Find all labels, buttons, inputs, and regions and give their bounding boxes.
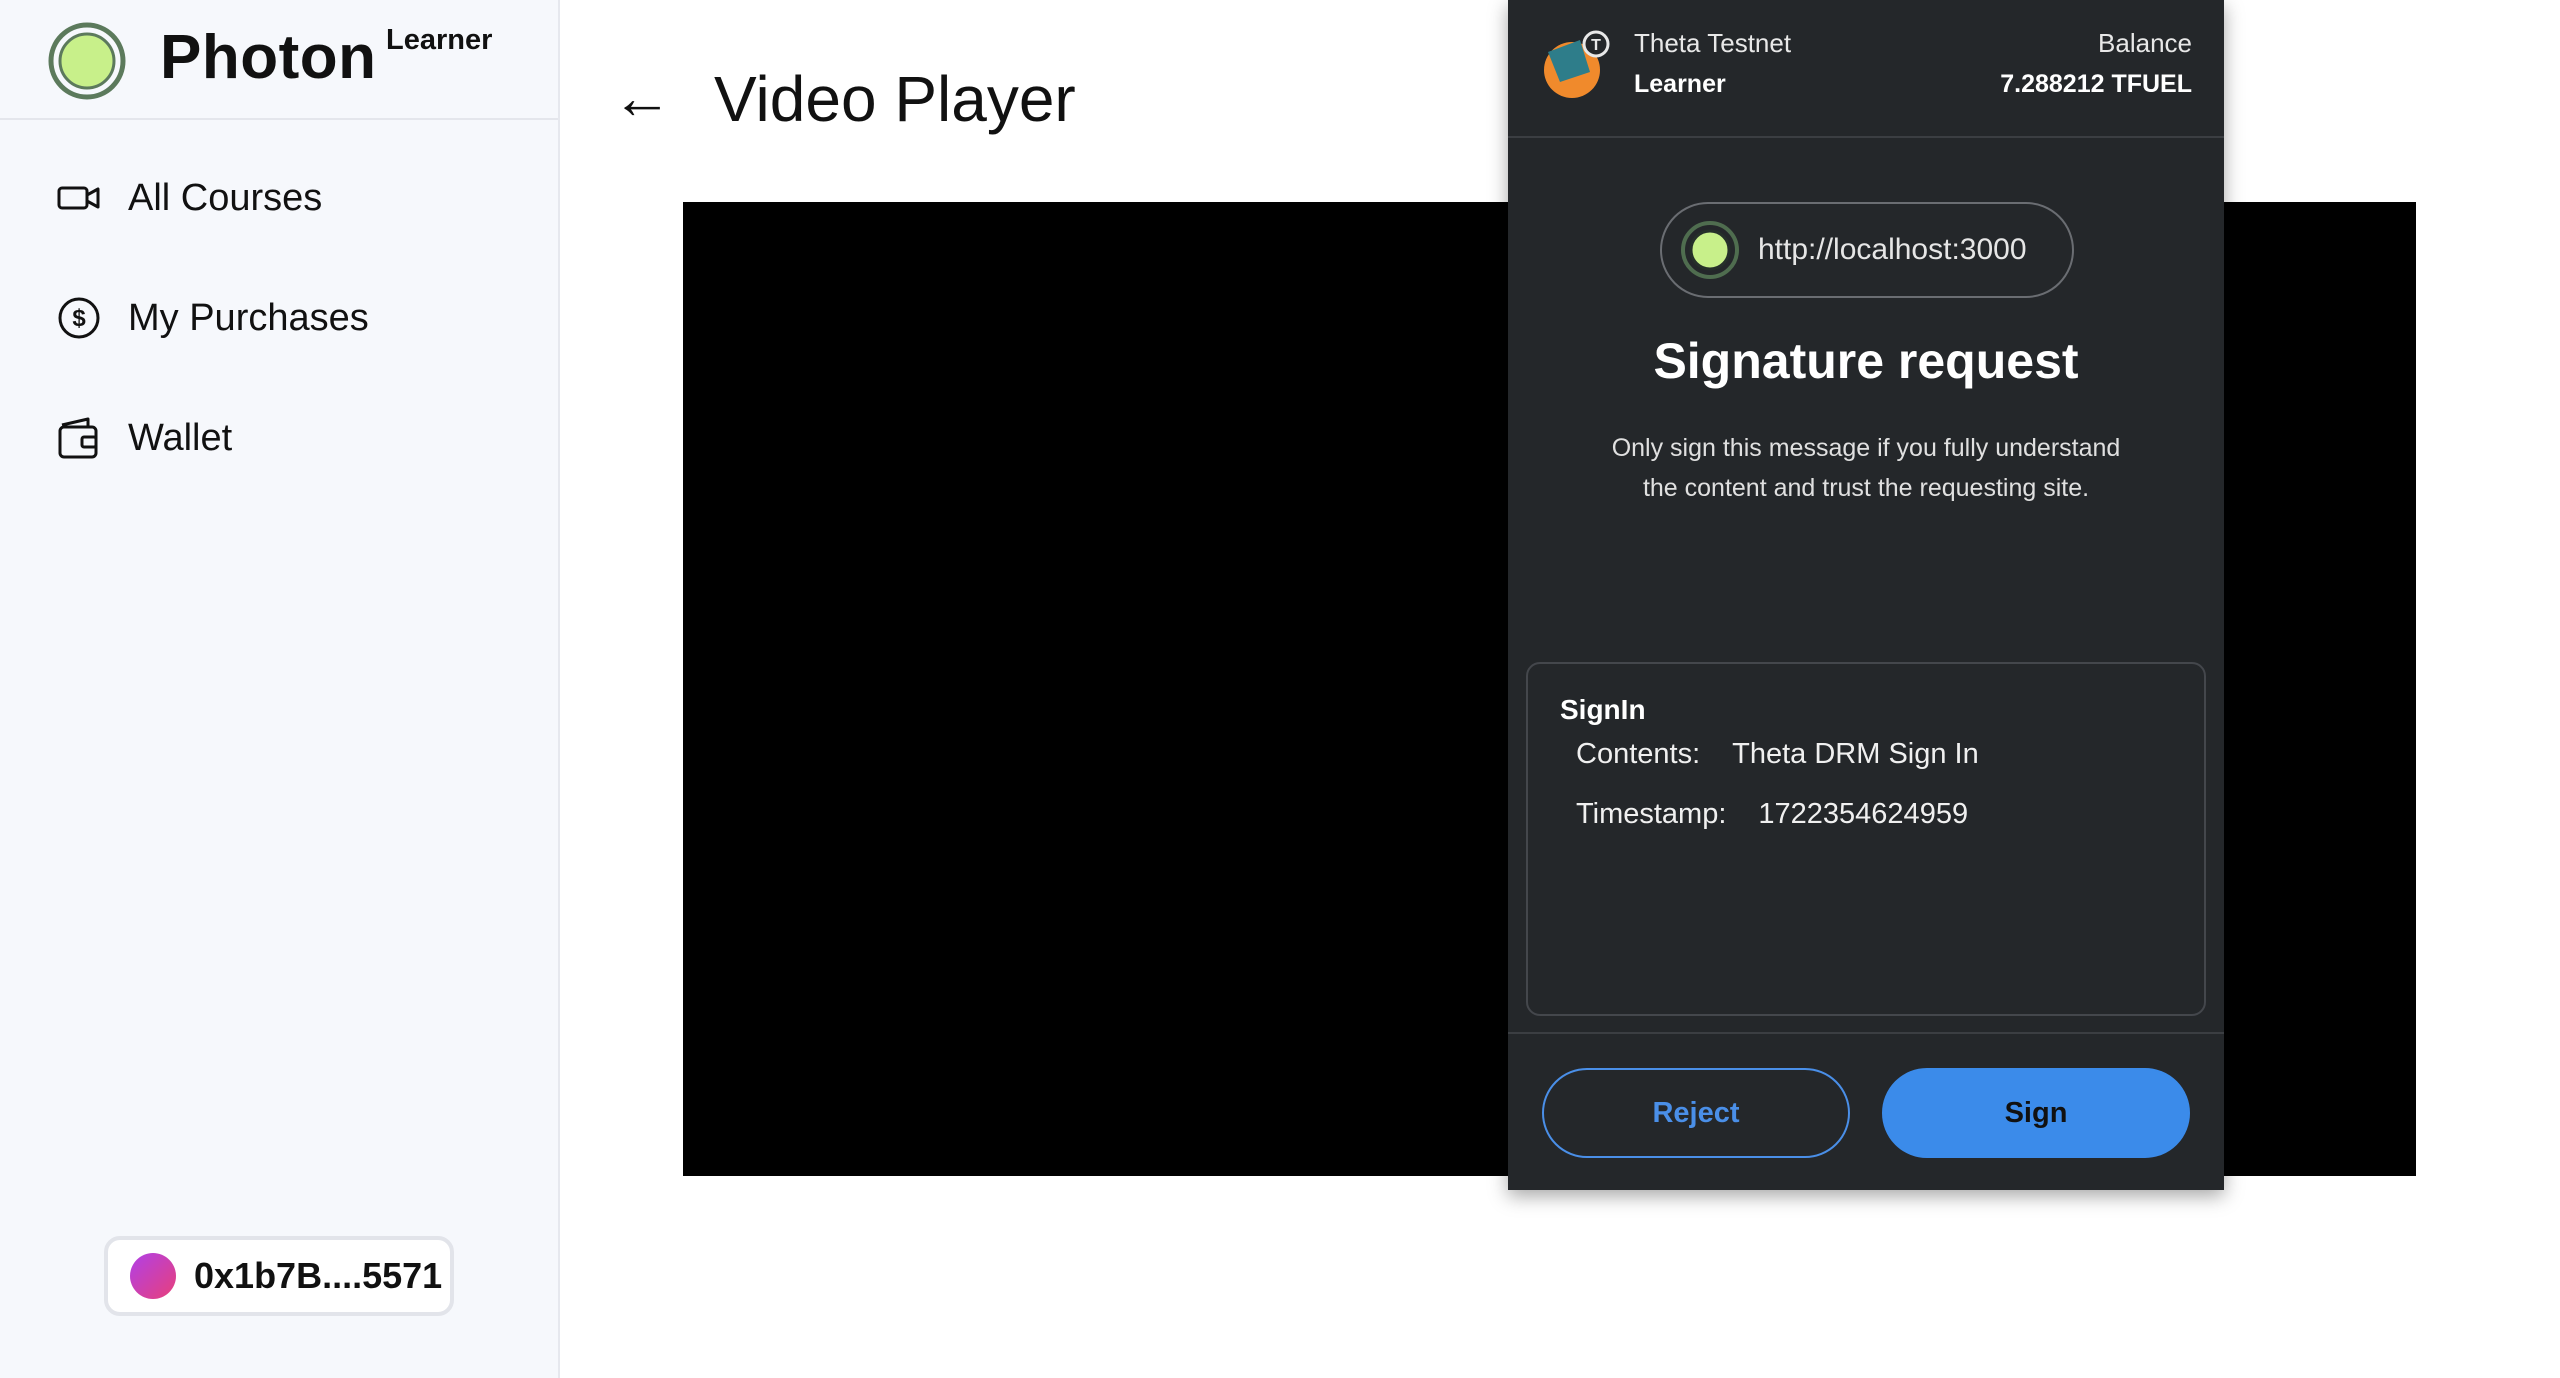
signature-title: Signature request — [1653, 333, 2079, 389]
site-favicon-icon — [1681, 221, 1739, 279]
video-camera-icon — [57, 186, 100, 210]
popup-header: T Theta Testnet Learner Balance 7.288212… — [1508, 0, 2224, 138]
message-row-value: Theta DRM Sign In — [1732, 738, 1979, 770]
origin-badge: http://localhost:3000 — [1660, 202, 2074, 298]
dollar-circle-icon: $ — [58, 297, 100, 339]
nav-wallet[interactable]: Wallet — [56, 408, 232, 468]
sidebar: Photon Learner All Courses $ My Purchase… — [0, 0, 560, 1378]
network-name: Theta Testnet — [1634, 28, 1792, 58]
brand-header: Photon Learner — [0, 0, 558, 120]
nav-my-purchases-label: My Purchases — [128, 296, 369, 339]
back-arrow-icon[interactable]: ← — [612, 68, 672, 128]
wallet-address-button[interactable]: 0x1b7B....5571 — [104, 1236, 454, 1316]
account-avatar-icon: T — [1544, 30, 1610, 98]
signature-request-popup: T Theta Testnet Learner Balance 7.288212… — [1508, 0, 2224, 1190]
sign-button[interactable]: Sign — [1882, 1068, 2190, 1158]
message-box[interactable]: SignIn Contents: Theta DRM Sign In Times… — [1526, 662, 2206, 1016]
message-row-key: Contents: — [1576, 738, 1701, 770]
svg-text:T: T — [1591, 37, 1601, 54]
wallet-address: 0x1b7B....5571 — [194, 1255, 443, 1296]
avatar — [130, 1253, 176, 1299]
balance-value: 7.288212 TFUEL — [2000, 70, 2192, 98]
message-row-key: Timestamp: — [1576, 798, 1727, 830]
nav-all-courses-label: All Courses — [128, 176, 323, 219]
svg-text:$: $ — [72, 305, 86, 332]
message-row: Timestamp: 1722354624959 — [1576, 798, 1968, 831]
nav-all-courses[interactable]: All Courses — [56, 168, 322, 228]
origin-url: http://localhost:3000 — [1758, 233, 2027, 266]
popup-footer: Reject Sign — [1508, 1032, 2224, 1190]
wallet-icon — [58, 417, 98, 459]
balance-label: Balance — [2098, 28, 2192, 58]
nav-my-purchases[interactable]: $ My Purchases — [56, 288, 369, 348]
photon-logo-icon — [48, 22, 126, 100]
message-row: Contents: Theta DRM Sign In — [1576, 738, 1979, 771]
account-name: Learner — [1634, 70, 1726, 98]
brand-role: Learner — [386, 24, 493, 56]
reject-button[interactable]: Reject — [1542, 1068, 1850, 1158]
message-row-value: 1722354624959 — [1758, 798, 1969, 830]
brand-name: Photon — [160, 23, 377, 92]
signature-warning: Only sign this message if you fully unde… — [1611, 434, 2121, 502]
page-title: Video Player — [714, 63, 1076, 135]
message-type: SignIn — [1560, 694, 1646, 725]
nav-wallet-label: Wallet — [128, 416, 233, 459]
